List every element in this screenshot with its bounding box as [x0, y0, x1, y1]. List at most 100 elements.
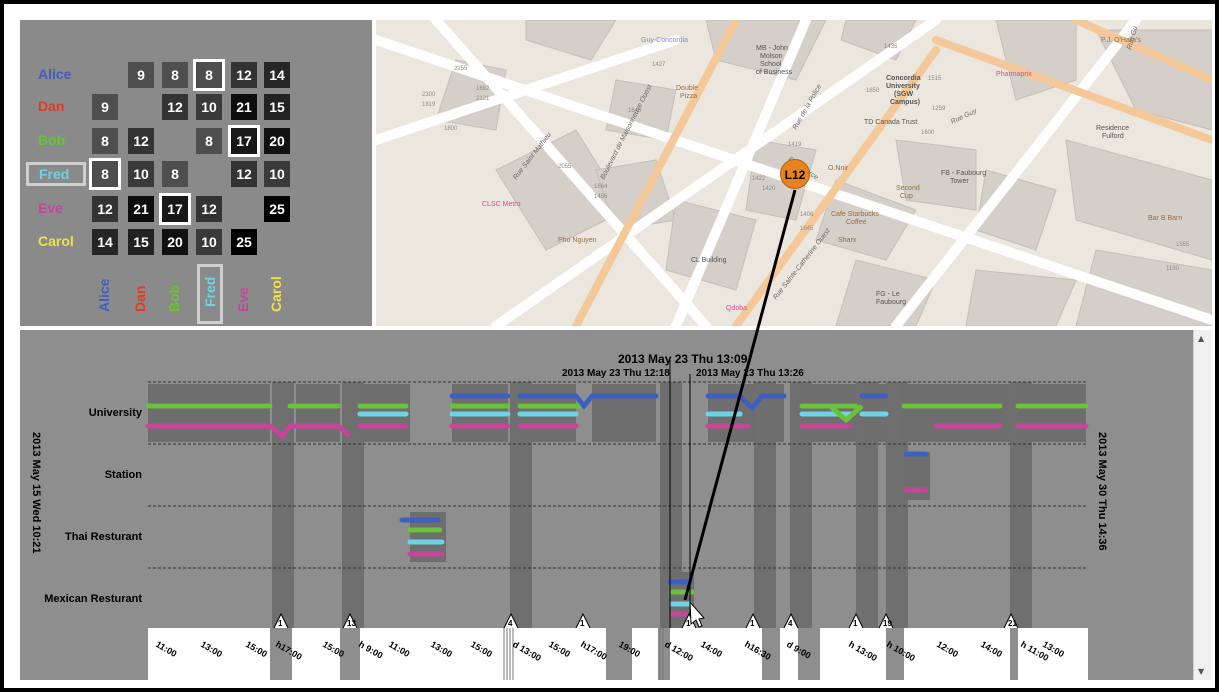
presence-block [900, 384, 1010, 442]
place-label: Mexican Resturant [44, 593, 142, 605]
svg-text:Pharmaprix: Pharmaprix [996, 71, 1032, 78]
gap-count-label: 1 [580, 619, 585, 628]
presence-block [1018, 384, 1086, 442]
svg-text:Concordia: Concordia [886, 75, 921, 82]
matrix-column-label-dan[interactable]: Dan [132, 286, 148, 312]
svg-text:Cup: Cup [900, 193, 913, 200]
svg-text:1419: 1419 [788, 142, 802, 148]
vertical-scrollbar[interactable]: ▲ ▼ [1193, 330, 1212, 680]
matrix-cell[interactable]: 14 [264, 62, 290, 88]
svg-text:2255: 2255 [454, 66, 468, 72]
svg-text:1435: 1435 [884, 44, 898, 50]
matrix-cell[interactable]: 8 [162, 161, 188, 187]
svg-text:Pho Nguyen: Pho Nguyen [558, 237, 597, 244]
window-end-label: 2013 May 23 Thu 13:26 [696, 368, 804, 379]
matrix-cell[interactable]: 8 [92, 161, 118, 187]
gap-count-label: 1 [853, 619, 858, 628]
matrix-cell[interactable]: 25 [231, 229, 257, 255]
presence-block [296, 384, 340, 442]
svg-text:CLSC Metro: CLSC Metro [482, 201, 521, 208]
svg-text:Qdoba: Qdoba [726, 305, 747, 312]
matrix-column-label-eve[interactable]: Eve [235, 287, 251, 312]
scroll-up-icon[interactable]: ▲ [1198, 334, 1204, 343]
matrix-row-label-alice[interactable]: Alice [38, 66, 71, 82]
place-label: Thai Resturant [64, 531, 142, 543]
svg-text:Pizza: Pizza [680, 93, 697, 100]
matrix-cell[interactable]: 10 [128, 161, 154, 187]
svg-text:Bar B Barn: Bar B Barn [1148, 215, 1182, 222]
matrix-cell[interactable]: 14 [92, 229, 118, 255]
svg-text:1600: 1600 [921, 130, 935, 136]
matrix-cell[interactable]: 17 [231, 128, 257, 154]
matrix-cell[interactable]: 20 [264, 128, 290, 154]
gap-count-label: 4 [788, 619, 793, 628]
matrix-cell[interactable]: 9 [92, 94, 118, 120]
matrix-row-label-carol[interactable]: Carol [38, 233, 74, 249]
co-occurrence-matrix: Alice 9 8 8 12 14 Dan 9 12 10 21 15 Bob 8 12 8 17 20 Fred 8… [20, 20, 372, 326]
matrix-cell[interactable]: 12 [162, 94, 188, 120]
place-label: Station [104, 469, 142, 481]
matrix-row-label-dan[interactable]: Dan [38, 98, 64, 114]
matrix-cell[interactable]: 12 [92, 196, 118, 222]
svg-text:1259: 1259 [932, 106, 946, 112]
day-gap-strip [272, 382, 294, 628]
svg-text:1427: 1427 [652, 62, 666, 68]
matrix-cell[interactable]: 25 [264, 196, 290, 222]
svg-text:O.Noir: O.Noir [828, 165, 849, 172]
svg-text:Sharx: Sharx [838, 237, 857, 244]
matrix-cell[interactable]: 12 [231, 161, 257, 187]
cursor-time-label: 2013 May 23 Thu 13:09 [618, 352, 748, 366]
matrix-column-label-bob[interactable]: Bob [166, 285, 182, 312]
matrix-cell[interactable]: 8 [162, 62, 188, 88]
matrix-row-label-bob[interactable]: Bob [38, 132, 65, 148]
svg-text:(SGW: (SGW [894, 91, 913, 98]
matrix-column-label-fred[interactable]: Fred [197, 263, 223, 324]
svg-text:1406: 1406 [800, 212, 814, 218]
gap-count-label: 4 [508, 619, 513, 628]
svg-text:MB - John: MB - John [756, 45, 788, 52]
matrix-cell[interactable]: 10 [264, 161, 290, 187]
matrix-cell[interactable]: 8 [196, 128, 222, 154]
matrix-cell[interactable]: 10 [196, 229, 222, 255]
svg-text:Campus): Campus) [890, 99, 920, 106]
svg-text:School: School [760, 61, 782, 68]
map-view[interactable]: Guy-Concordia MB - John Molson School of Bu… [376, 20, 1212, 326]
svg-text:University: University [886, 83, 920, 90]
svg-text:FG - Le: FG - Le [876, 291, 900, 298]
gap-count-label: 19 [883, 619, 892, 628]
matrix-cell[interactable]: 20 [162, 229, 188, 255]
svg-text:Residence: Residence [1096, 125, 1129, 132]
gap-count-label: 13 [347, 619, 356, 628]
matrix-column-label-carol[interactable]: Carol [268, 276, 284, 312]
matrix-cell[interactable]: 9 [128, 62, 154, 88]
svg-text:2300: 2300 [422, 92, 436, 98]
timeline-view[interactable]: 11:00 13:00 15:00 h17:00 15:00 h 9:00 11:00 13:… [20, 330, 1193, 680]
presence-block [148, 384, 270, 442]
matrix-row-label-eve[interactable]: Eve [38, 200, 63, 216]
svg-text:Cafe Starbucks: Cafe Starbucks [831, 211, 879, 218]
svg-text:2055: 2055 [558, 164, 572, 170]
svg-text:Tower: Tower [950, 178, 969, 185]
matrix-cell[interactable]: 15 [264, 94, 290, 120]
matrix-column-label-alice[interactable]: Alice [96, 279, 112, 312]
matrix-cell[interactable]: 17 [162, 196, 188, 222]
matrix-cell[interactable]: 8 [196, 62, 222, 88]
matrix-row-label-fred[interactable]: Fred [26, 162, 87, 186]
matrix-cell[interactable]: 21 [231, 94, 257, 120]
svg-text:Fulford: Fulford [1102, 133, 1124, 140]
scroll-down-icon[interactable]: ▼ [1198, 667, 1204, 676]
svg-text:1190: 1190 [1166, 266, 1180, 272]
svg-text:1555: 1555 [1176, 242, 1190, 248]
matrix-cell[interactable]: 12 [231, 62, 257, 88]
matrix-cell[interactable]: 10 [196, 94, 222, 120]
matrix-cell[interactable]: 21 [128, 196, 154, 222]
location-callout[interactable]: L12 [780, 159, 810, 189]
matrix-cell[interactable]: 12 [128, 128, 154, 154]
matrix-cell[interactable]: 15 [128, 229, 154, 255]
gap-count-label: 1 [750, 619, 755, 628]
matrix-cell[interactable]: 12 [196, 196, 222, 222]
svg-text:Double: Double [676, 85, 698, 92]
timeline-canvas[interactable]: 11:00 13:00 15:00 h17:00 15:00 h 9:00 11:00 13:… [20, 330, 1193, 680]
matrix-cell[interactable]: 8 [92, 128, 118, 154]
timeline-end-label: 2013 May 30 Thu 14:36 [1096, 432, 1108, 551]
